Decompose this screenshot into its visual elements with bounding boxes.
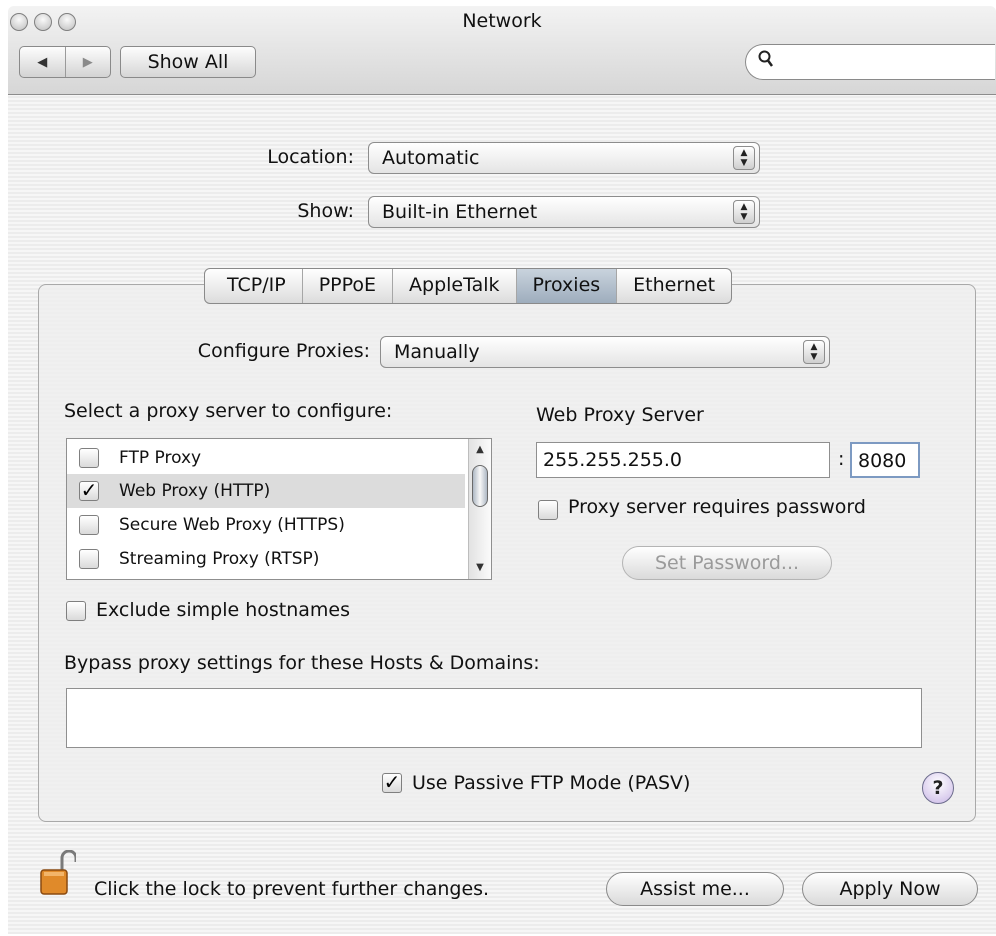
lock-message: Click the lock to prevent further change… [94, 878, 490, 900]
scroll-up-icon[interactable]: ▲ [469, 441, 491, 459]
exclude-hostnames-checkbox[interactable] [66, 601, 86, 621]
list-item[interactable]: ✓ Web Proxy (HTTP) [67, 474, 465, 508]
configure-proxies-popup[interactable]: Manually ▲ ▼ [380, 336, 830, 368]
assist-me-button[interactable]: Assist me... [606, 872, 784, 906]
requires-password-checkbox[interactable] [538, 500, 558, 520]
window-title: Network [462, 10, 542, 32]
help-button[interactable]: ? [922, 772, 954, 804]
show-value: Built-in Ethernet [382, 201, 538, 223]
popup-arrows-icon: ▲ ▼ [733, 146, 755, 170]
show-popup[interactable]: Built-in Ethernet ▲ ▼ [368, 196, 760, 228]
location-value: Automatic [382, 147, 480, 169]
proxy-label: Web Proxy (HTTP) [119, 481, 271, 501]
proxy-checkbox[interactable]: ✓ [79, 480, 99, 501]
tab-tcpip[interactable]: TCP/IP [205, 269, 302, 303]
web-proxy-heading: Web Proxy Server [536, 404, 704, 426]
apply-now-button[interactable]: Apply Now [802, 872, 978, 906]
tab-proxies[interactable]: Proxies [515, 269, 617, 303]
proxy-label: FTP Proxy [119, 448, 202, 468]
back-forward-buttons: ◀ ▶ [19, 46, 111, 78]
passive-ftp-checkbox[interactable]: ✓ [382, 772, 402, 793]
forward-button[interactable]: ▶ [64, 47, 111, 77]
proxy-label: Secure Web Proxy (HTTPS) [119, 515, 345, 535]
list-item[interactable]: Streaming Proxy (RTSP) [67, 542, 465, 576]
proxy-port-field[interactable]: 8080 [850, 442, 920, 478]
list-item[interactable]: FTP Proxy [67, 441, 465, 475]
proxy-label: Streaming Proxy (RTSP) [119, 549, 320, 569]
location-popup[interactable]: Automatic ▲ ▼ [368, 142, 760, 174]
tab-pppoe[interactable]: PPPoE [301, 269, 392, 303]
exclude-hostnames-label: Exclude simple hostnames [96, 599, 351, 621]
location-label: Location: [267, 146, 354, 168]
show-label: Show: [297, 200, 354, 222]
back-arrow-icon: ◀ [37, 54, 48, 70]
proxy-checkbox[interactable] [79, 448, 99, 468]
title-bar: Network ◀ ▶ Show All [8, 6, 996, 95]
scroll-thumb[interactable] [472, 465, 488, 507]
passive-ftp-label: Use Passive FTP Mode (PASV) [412, 772, 691, 794]
proxy-checkbox[interactable] [79, 549, 99, 569]
proxy-list[interactable]: FTP Proxy ✓ Web Proxy (HTTP) Secure Web … [66, 438, 492, 580]
popup-arrows-icon: ▲ ▼ [733, 200, 755, 224]
configure-proxies-label: Configure Proxies: [197, 340, 370, 362]
proxy-checkbox[interactable] [79, 515, 99, 535]
scroll-down-icon[interactable]: ▼ [469, 559, 491, 577]
set-password-button[interactable]: Set Password... [622, 546, 832, 580]
bypass-label: Bypass proxy settings for these Hosts & … [64, 652, 540, 674]
popup-arrows-icon: ▲ ▼ [803, 340, 825, 364]
show-all-button[interactable]: Show All [120, 46, 256, 78]
proxy-address-field[interactable]: 255.255.255.0 [536, 442, 830, 478]
port-separator: : [838, 448, 845, 470]
tab-ethernet[interactable]: Ethernet [616, 269, 731, 303]
tab-bar: TCP/IP PPPoE AppleTalk Proxies Ethernet [204, 268, 733, 304]
search-field[interactable] [745, 44, 995, 80]
configure-proxies-value: Manually [394, 341, 480, 363]
bypass-field[interactable] [66, 688, 922, 748]
lock-icon[interactable] [40, 849, 78, 896]
forward-arrow-icon: ▶ [82, 54, 93, 70]
list-scrollbar[interactable]: ▲ ▼ [468, 439, 491, 579]
proxy-list-heading: Select a proxy server to configure: [64, 400, 393, 422]
requires-password-label: Proxy server requires password [568, 496, 866, 518]
list-item[interactable]: Secure Web Proxy (HTTPS) [67, 508, 465, 542]
back-button[interactable]: ◀ [20, 47, 65, 77]
search-icon [758, 50, 774, 73]
network-window: Network ◀ ▶ Show All Location: Automatic… [8, 6, 996, 934]
tab-appletalk[interactable]: AppleTalk [392, 269, 515, 303]
